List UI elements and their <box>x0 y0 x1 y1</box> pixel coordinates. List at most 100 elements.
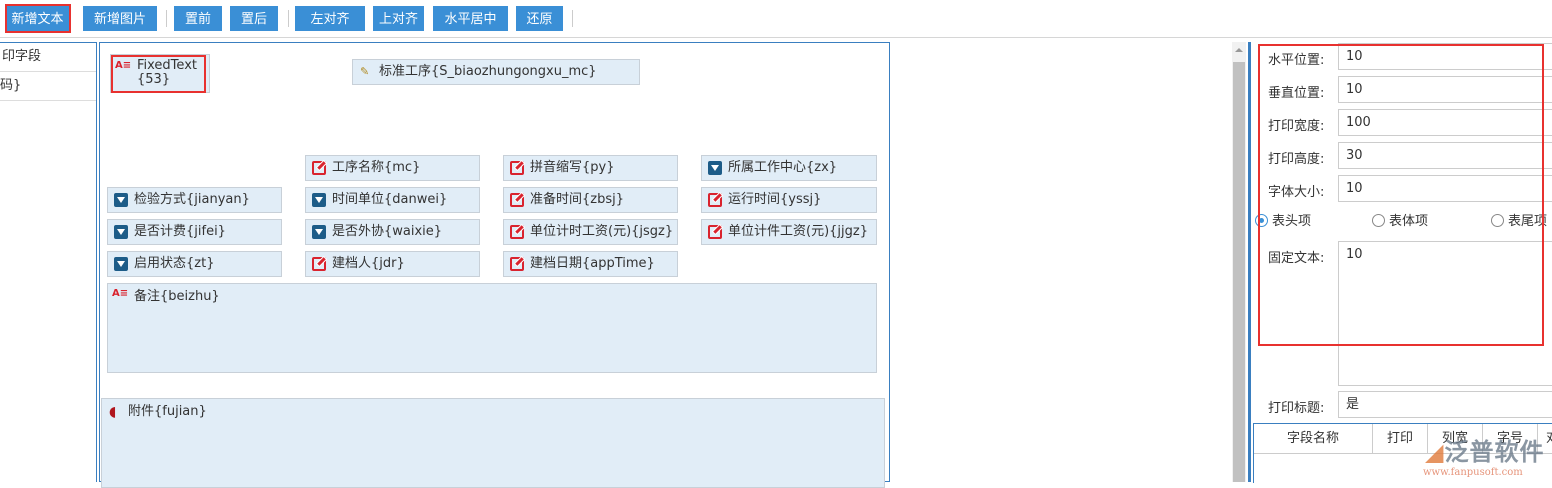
print-height-label: 打印高度: <box>1268 152 1325 167</box>
element-label: 时间单位{danwei} <box>332 192 448 207</box>
field-element[interactable]: 准备时间{zbsj} <box>503 187 678 213</box>
element-label: 准备时间{zbsj} <box>530 192 625 207</box>
element-label: 标准工序{S_biaozhungongxu_mc} <box>379 64 597 79</box>
scroll-up-icon[interactable] <box>1235 48 1243 52</box>
field-element[interactable]: 所属工作中心{zx} <box>701 155 877 181</box>
fixed-text-textarea[interactable]: 10 <box>1338 241 1552 386</box>
print-width-input[interactable]: 100 <box>1338 109 1552 136</box>
element-label: 建档人{jdr} <box>332 256 405 271</box>
field-element[interactable]: 建档日期{appTime} <box>503 251 678 277</box>
add-text-button[interactable]: 新增文本 <box>6 6 69 31</box>
element-label: 运行时间{yssj} <box>728 192 822 207</box>
text-icon: A≡ <box>115 60 132 71</box>
column-header[interactable]: 字段名称 <box>1254 424 1373 453</box>
x-position-input[interactable]: 10 <box>1338 43 1552 70</box>
x-position-label: 水平位置: <box>1268 53 1325 68</box>
separator <box>572 10 573 27</box>
field-element[interactable]: 运行时间{yssj} <box>701 187 877 213</box>
watermark-url: www.fanpusoft.com <box>1423 467 1523 478</box>
print-title-select[interactable]: 是 <box>1338 391 1552 418</box>
radio-label: 表尾项 <box>1508 214 1548 229</box>
element-label: 启用状态{zt} <box>134 256 215 271</box>
y-position-input[interactable]: 10 <box>1338 76 1552 103</box>
edit-icon <box>708 225 722 239</box>
radio-label: 表体项 <box>1389 214 1429 229</box>
fixed-text-label: 固定文本: <box>1268 251 1325 266</box>
field-list-item[interactable]: 码} <box>0 72 96 101</box>
toolbar-divider <box>0 37 1552 38</box>
field-element[interactable]: 时间单位{danwei} <box>305 187 480 213</box>
field-element[interactable]: 启用状态{zt} <box>107 251 282 277</box>
element-label: 单位计时工资(元){jsgz} <box>530 224 674 239</box>
align-left-button[interactable]: 左对齐 <box>295 6 365 31</box>
separator <box>288 10 289 27</box>
field-list-item[interactable]: 印字段 <box>0 43 96 72</box>
align-top-button[interactable]: 上对齐 <box>373 6 424 31</box>
standard-process-element[interactable]: ✎ 标准工序{S_biaozhungongxu_mc} <box>352 59 640 85</box>
scrollbar[interactable] <box>1232 42 1246 482</box>
dropdown-icon <box>114 257 128 271</box>
print-width-label: 打印宽度: <box>1268 119 1325 134</box>
field-element[interactable]: 单位计时工资(元){jsgz} <box>503 219 678 245</box>
element-label: 所属工作中心{zx} <box>728 160 838 175</box>
field-element[interactable]: 是否计费{jifei} <box>107 219 282 245</box>
element-label: 建档日期{appTime} <box>530 256 655 271</box>
element-label: 拼音缩写{py} <box>530 160 615 175</box>
radio-header[interactable]: 表头项 <box>1255 214 1311 230</box>
scrollbar-thumb[interactable] <box>1233 62 1245 482</box>
element-label: 工序名称{mc} <box>332 160 421 175</box>
field-element[interactable]: 拼音缩写{py} <box>503 155 678 181</box>
font-size-input[interactable]: 10 <box>1338 175 1552 202</box>
radio-body[interactable]: 表体项 <box>1372 214 1428 230</box>
dropdown-icon <box>312 225 326 239</box>
print-title-label: 打印标题: <box>1268 401 1325 416</box>
separator <box>166 10 167 27</box>
element-label: 是否计费{jifei} <box>134 224 226 239</box>
add-image-button[interactable]: 新增图片 <box>83 6 157 31</box>
print-height-input[interactable]: 30 <box>1338 142 1552 169</box>
field-element[interactable]: 工序名称{mc} <box>305 155 480 181</box>
element-label: 检验方式{jianyan} <box>134 192 250 207</box>
dropdown-icon <box>114 193 128 207</box>
dropdown-icon <box>114 225 128 239</box>
field-element[interactable]: 建档人{jdr} <box>305 251 480 277</box>
fixed-text-element[interactable]: A≡ FixedText{53} <box>110 54 210 93</box>
edit-icon <box>510 257 524 271</box>
edit-icon <box>312 257 326 271</box>
pencil-icon: ✎ <box>360 65 370 78</box>
splitter[interactable] <box>1248 42 1251 482</box>
fixed-text-label: FixedText{53} <box>137 58 197 87</box>
column-header[interactable]: 打印 <box>1373 424 1428 453</box>
attachment-element[interactable]: ◖ 附件{fujian} <box>101 398 885 488</box>
radio-footer[interactable]: 表尾项 <box>1491 214 1547 230</box>
attachment-icon: ◖ <box>109 404 117 420</box>
radio-icon <box>1491 214 1504 227</box>
element-label: 单位计件工资(元){jjgz} <box>728 224 868 239</box>
field-list-panel: 印字段 码} <box>0 42 97 482</box>
watermark-brand: 泛普软件 <box>1444 438 1545 466</box>
edit-icon <box>510 161 524 175</box>
center-horizontal-button[interactable]: 水平居中 <box>433 6 508 31</box>
font-size-label: 字体大小: <box>1268 185 1325 200</box>
dropdown-icon <box>708 161 722 175</box>
field-element[interactable]: 是否外协{waixie} <box>305 219 480 245</box>
edit-icon <box>510 193 524 207</box>
restore-button[interactable]: 还原 <box>516 6 563 31</box>
field-element[interactable]: 检验方式{jianyan} <box>107 187 282 213</box>
element-label: 备注{beizhu} <box>134 289 220 304</box>
edit-icon <box>708 193 722 207</box>
radio-label: 表头项 <box>1272 214 1312 229</box>
edit-icon <box>510 225 524 239</box>
send-back-button[interactable]: 置后 <box>230 6 278 31</box>
watermark-logo: ◢泛普软件 www.fanpusoft.com <box>1423 438 1545 478</box>
remark-element[interactable]: A≡ 备注{beizhu} <box>107 283 877 373</box>
field-element[interactable]: 单位计件工资(元){jjgz} <box>701 219 877 245</box>
radio-checked-icon <box>1255 214 1268 227</box>
text-icon: A≡ <box>112 288 129 299</box>
bring-front-button[interactable]: 置前 <box>174 6 222 31</box>
dropdown-icon <box>312 193 326 207</box>
edit-icon <box>312 161 326 175</box>
element-label: 是否外协{waixie} <box>332 224 443 239</box>
radio-icon <box>1372 214 1385 227</box>
element-label: 附件{fujian} <box>128 404 207 419</box>
